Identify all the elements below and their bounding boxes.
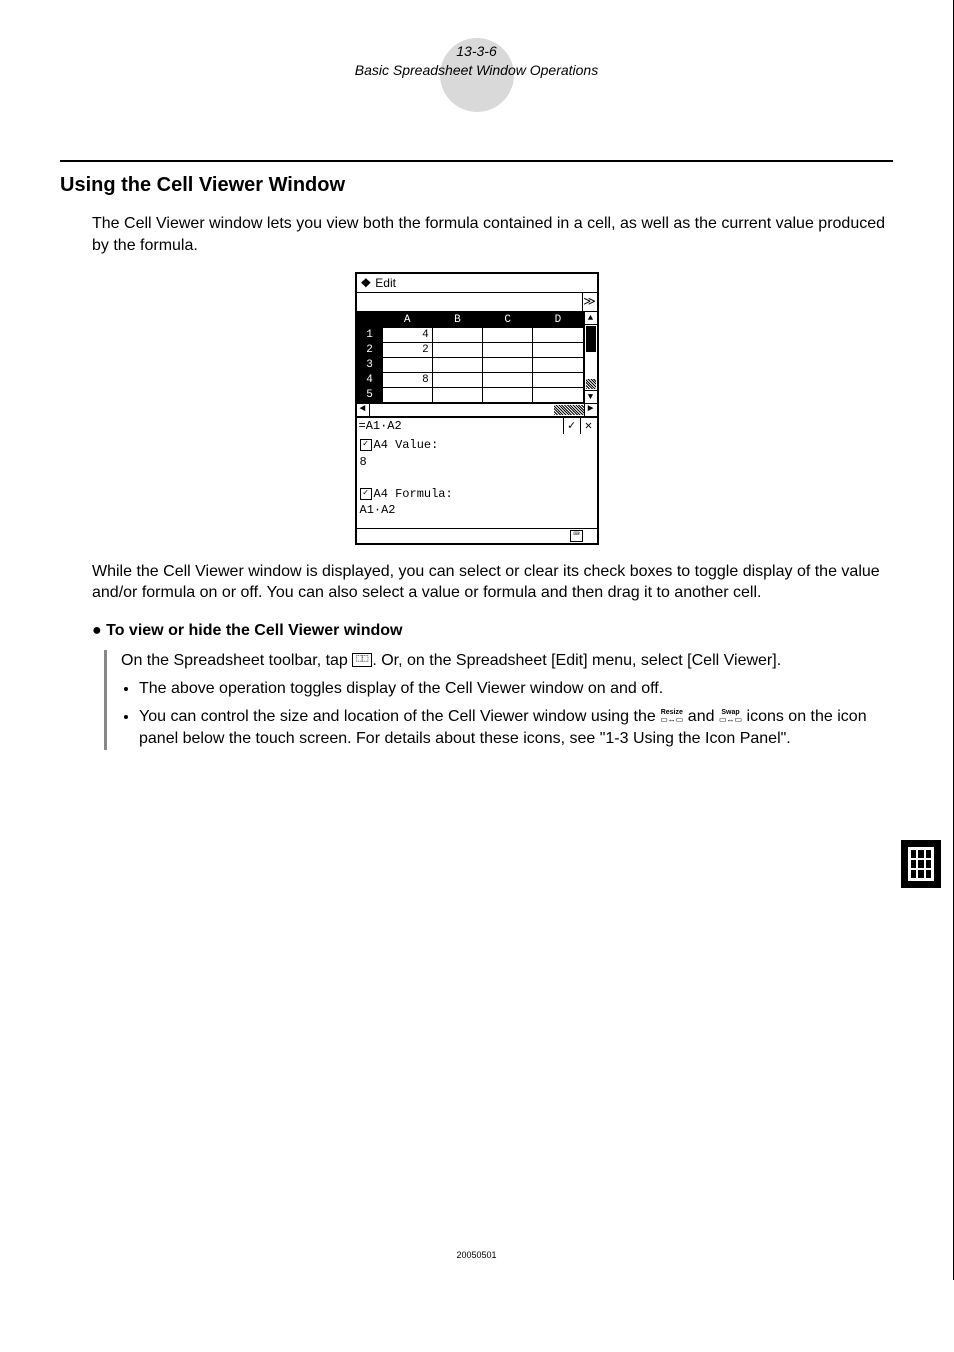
proc-line-1b: . Or, on the Spreadsheet [Edit] menu, se… xyxy=(372,652,781,669)
cell-c4[interactable] xyxy=(483,373,533,388)
proc-line-1a: On the Spreadsheet toolbar, tap xyxy=(121,652,352,669)
cell-a5[interactable] xyxy=(382,388,432,403)
col-header-a[interactable]: A xyxy=(382,313,432,328)
toolbar: ≫ xyxy=(357,293,597,312)
scroll-down-icon[interactable]: ▼ xyxy=(585,390,597,403)
col-header-c[interactable]: C xyxy=(483,313,533,328)
spreadsheet-app-icon[interactable] xyxy=(901,840,941,888)
procedure-body: On the Spreadsheet toolbar, tap ⬚⬚. Or, … xyxy=(104,650,893,750)
viewer-value[interactable]: 8 xyxy=(360,455,594,469)
resize-icon: Resize▭↔▭ xyxy=(660,709,683,724)
app-menu-icon[interactable]: ❖ xyxy=(361,276,372,290)
viewer-formula-label: A4 Formula: xyxy=(374,487,453,501)
bullet-icon: ● xyxy=(92,622,102,639)
menu-edit[interactable]: Edit xyxy=(375,276,396,290)
scroll-thumb[interactable] xyxy=(586,326,596,352)
row-header-1[interactable]: 1 xyxy=(357,328,382,343)
swap-icon-label: Swap xyxy=(719,709,742,716)
cell-d5[interactable] xyxy=(533,388,583,403)
cell-a1[interactable]: 4 xyxy=(382,328,432,343)
formula-ok-button[interactable]: ✓ xyxy=(563,418,580,434)
formula-checkbox[interactable]: ✓ xyxy=(360,488,372,500)
scroll-hatch xyxy=(586,379,596,389)
cell-c3[interactable] xyxy=(483,358,533,373)
menubar: ❖ Edit xyxy=(357,274,597,293)
swap-icon: Swap▭↔▭ xyxy=(719,709,742,724)
procedure-heading: ● To view or hide the Cell Viewer window xyxy=(92,620,893,642)
viewer-value-row: ✓A4 Value: xyxy=(360,438,594,452)
value-checkbox[interactable]: ✓ xyxy=(360,439,372,451)
procedure: ● To view or hide the Cell Viewer window… xyxy=(92,620,893,750)
cell-viewer-panel: ✓A4 Value: 8 ✓A4 Formula: A1·A2 xyxy=(357,434,597,528)
grid-icon xyxy=(908,847,934,881)
viewer-formula[interactable]: A1·A2 xyxy=(360,503,594,517)
cell-b5[interactable] xyxy=(432,388,482,403)
scroll-up-icon[interactable]: ▲ xyxy=(585,312,597,325)
cell-a2[interactable]: 2 xyxy=(382,343,432,358)
cell-b1[interactable] xyxy=(432,328,482,343)
cell-c2[interactable] xyxy=(483,343,533,358)
cell-viewer-toolbar-icon: ⬚⬚ xyxy=(352,653,372,667)
scroll-right-icon[interactable]: ► xyxy=(584,404,597,416)
procedure-title: To view or hide the Cell Viewer window xyxy=(106,622,402,639)
section-rule xyxy=(60,160,893,162)
cell-c5[interactable] xyxy=(483,388,533,403)
hscroll-thumb[interactable] xyxy=(554,405,584,415)
scroll-left-icon[interactable]: ◄ xyxy=(357,404,370,416)
row-header-5[interactable]: 5 xyxy=(357,388,382,403)
cell-b4[interactable] xyxy=(432,373,482,388)
viewer-formula-row: ✓A4 Formula: xyxy=(360,487,594,501)
toolbar-more-icon[interactable]: ≫ xyxy=(582,293,597,311)
paragraph-2: While the Cell Viewer window is displaye… xyxy=(92,561,893,604)
corner-cell[interactable] xyxy=(357,313,382,328)
row-header-2[interactable]: 2 xyxy=(357,343,382,358)
cell-b2[interactable] xyxy=(432,343,482,358)
horizontal-scrollbar[interactable]: ◄ ► xyxy=(357,403,597,416)
chapter-title: Basic Spreadsheet Window Operations xyxy=(355,62,598,78)
row-header-4[interactable]: 4 xyxy=(357,373,382,388)
cell-d3[interactable] xyxy=(533,358,583,373)
vertical-scrollbar[interactable]: ▲ ▼ xyxy=(584,312,597,403)
header-text: 13-3-6 Basic Spreadsheet Window Operatio… xyxy=(60,30,893,80)
spreadsheet-grid: A B C D 1 4 2 2 xyxy=(357,312,597,417)
formula-bar: =A1·A2 ✓ ✕ xyxy=(357,417,597,434)
resize-icon-label: Resize xyxy=(660,709,683,716)
cell-c1[interactable] xyxy=(483,328,533,343)
intro-paragraph: The Cell Viewer window lets you view bot… xyxy=(92,213,893,256)
page: 13-3-6 Basic Spreadsheet Window Operatio… xyxy=(0,0,954,1280)
status-bar: ⌨ xyxy=(357,528,597,543)
col-header-b[interactable]: B xyxy=(432,313,482,328)
cell-d1[interactable] xyxy=(533,328,583,343)
footer-number: 20050501 xyxy=(0,1250,953,1260)
cell-d4[interactable] xyxy=(533,373,583,388)
page-ref: 13-3-6 xyxy=(60,42,893,61)
proc-bullet-2: You can control the size and location of… xyxy=(139,706,893,750)
section-heading: Using the Cell Viewer Window xyxy=(60,174,893,197)
grid-table[interactable]: A B C D 1 4 2 2 xyxy=(357,312,584,403)
page-header: 13-3-6 Basic Spreadsheet Window Operatio… xyxy=(60,30,893,100)
formula-text[interactable]: =A1·A2 xyxy=(357,419,563,433)
proc-bullet-2b: and xyxy=(683,708,719,725)
row-header-3[interactable]: 3 xyxy=(357,358,382,373)
cell-b3[interactable] xyxy=(432,358,482,373)
proc-bullet-1: The above operation toggles display of t… xyxy=(139,678,893,700)
cell-a3[interactable] xyxy=(382,358,432,373)
viewer-value-label: A4 Value: xyxy=(374,438,439,452)
keyboard-icon[interactable]: ⌨ xyxy=(570,530,582,542)
col-header-d[interactable]: D xyxy=(533,313,583,328)
device-screenshot: ❖ Edit ≫ A B C D 1 4 xyxy=(355,272,599,545)
proc-bullet-2a: You can control the size and location of… xyxy=(139,708,660,725)
cell-a4[interactable]: 8 xyxy=(382,373,432,388)
cell-d2[interactable] xyxy=(533,343,583,358)
proc-line-1: On the Spreadsheet toolbar, tap ⬚⬚. Or, … xyxy=(121,650,893,672)
formula-cancel-button[interactable]: ✕ xyxy=(580,418,597,434)
proc-bullets: The above operation toggles display of t… xyxy=(121,678,893,750)
hscroll-track[interactable] xyxy=(370,404,584,416)
